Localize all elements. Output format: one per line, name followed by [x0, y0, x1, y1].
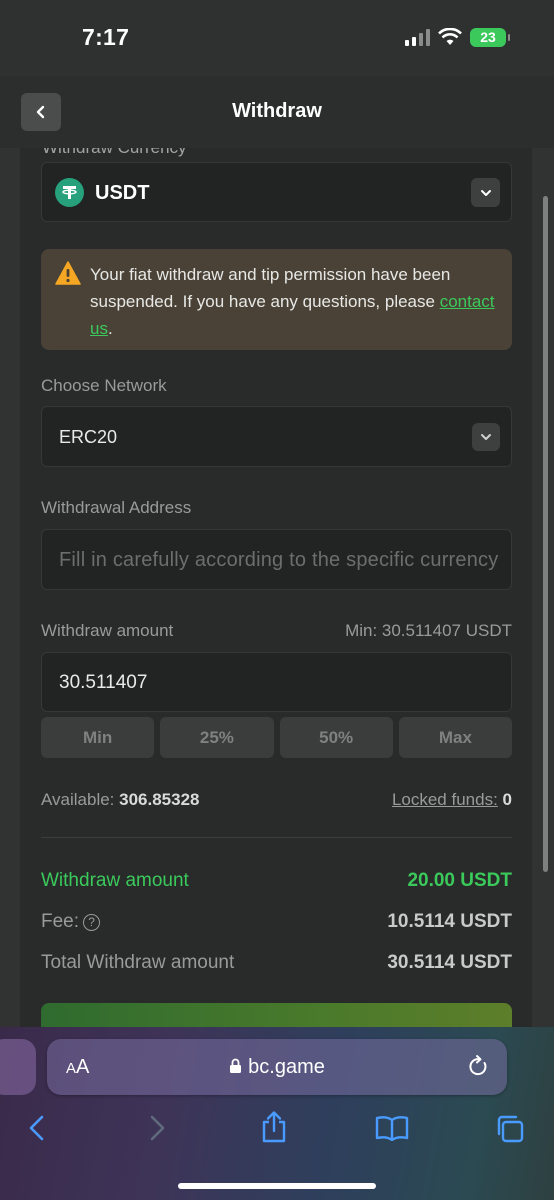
currency-select[interactable]: USDT: [41, 162, 512, 222]
quick-amount-row: Min 25% 50% Max: [41, 717, 512, 758]
divider: [41, 837, 512, 838]
address-label: Withdrawal Address: [41, 498, 192, 517]
permission-notice: Your fiat withdraw and tip permission ha…: [41, 249, 512, 350]
url-display: bc.game: [47, 1056, 507, 1079]
network-label: Choose Network: [41, 376, 167, 395]
notice-text: Your fiat withdraw and tip permission ha…: [90, 261, 505, 342]
summary-total-row: Total Withdraw amount 30.5114 USDT: [41, 952, 512, 974]
battery-icon: 23: [470, 27, 510, 47]
max-button[interactable]: Max: [398, 717, 512, 758]
available-balance: Available: 306.85328: [41, 790, 200, 810]
total-value: 30.5114 USDT: [387, 952, 512, 973]
forward-arrow-icon[interactable]: [147, 1114, 167, 1142]
amount-input[interactable]: 30.511407: [41, 652, 512, 712]
summary-withdraw-row: Withdraw amount 20.00 USDT: [41, 870, 512, 892]
network-select[interactable]: ERC20: [41, 406, 512, 467]
total-label: Total Withdraw amount: [41, 952, 235, 973]
battery-level: 23: [480, 29, 496, 45]
currency-label: Withdraw Currency: [42, 148, 187, 158]
url-text: bc.game: [248, 1056, 325, 1078]
amount-label: Withdraw amount: [41, 621, 174, 640]
app-header: Withdraw: [0, 76, 554, 148]
scrollbar[interactable]: [543, 196, 548, 872]
locked-funds-link[interactable]: Locked funds:: [392, 790, 498, 809]
address-placeholder: Fill in carefully according to the speci…: [59, 549, 499, 571]
locked-funds: Locked funds: 0: [392, 790, 512, 810]
confirm-button[interactable]: [41, 1003, 512, 1028]
notice-period: .: [107, 319, 113, 338]
available-label: Available:: [41, 790, 115, 809]
address-bar[interactable]: AA bc.game: [47, 1039, 507, 1095]
tether-icon: [55, 178, 84, 207]
warning-icon: [55, 261, 81, 285]
chevron-down-icon: [481, 434, 491, 440]
summary-withdraw-value: 20.00 USDT: [407, 870, 512, 891]
chevron-down-icon: [480, 189, 491, 196]
summary-fee-row: Fee:? 10.5114 USDT: [41, 911, 512, 933]
share-icon[interactable]: [260, 1110, 288, 1144]
address-input[interactable]: Fill in carefully according to the speci…: [41, 529, 512, 590]
50-percent-button[interactable]: 50%: [279, 717, 393, 758]
fee-value: 10.5114 USDT: [387, 911, 512, 932]
currency-value: USDT: [95, 182, 150, 204]
summary-withdraw-label: Withdraw amount: [41, 870, 189, 891]
available-value: 306.85328: [119, 790, 200, 809]
lock-icon: [230, 1058, 242, 1073]
bookmarks-icon[interactable]: [375, 1115, 409, 1141]
home-indicator: [178, 1183, 376, 1189]
tabs-icon[interactable]: [495, 1114, 525, 1144]
min-button[interactable]: Min: [41, 717, 155, 758]
wifi-icon: [438, 28, 462, 45]
previous-tab-peek[interactable]: [0, 1039, 36, 1095]
currency-dropdown-button[interactable]: [471, 178, 500, 207]
25-percent-button[interactable]: 25%: [160, 717, 274, 758]
locked-funds-value: 0: [502, 790, 512, 809]
cellular-signal-icon: [405, 28, 430, 46]
min-amount-note: Min: 30.511407 USDT: [345, 621, 512, 640]
amount-value: 30.511407: [59, 672, 148, 693]
status-icons: 23: [405, 26, 510, 48]
page-title: Withdraw: [232, 100, 322, 122]
fee-label: Fee:: [41, 911, 80, 932]
help-icon[interactable]: ?: [83, 913, 101, 931]
status-bar: 7:17 23: [0, 0, 554, 76]
notice-message: Your fiat withdraw and tip permission ha…: [90, 265, 451, 311]
status-time: 7:17: [82, 24, 130, 50]
reload-icon[interactable]: [467, 1054, 489, 1078]
network-value: ERC20: [59, 427, 118, 447]
back-arrow-icon[interactable]: [27, 1114, 47, 1142]
withdraw-panel: Withdraw Currency USDT Your fiat withdra…: [20, 148, 532, 1028]
network-dropdown-button[interactable]: [472, 423, 500, 451]
